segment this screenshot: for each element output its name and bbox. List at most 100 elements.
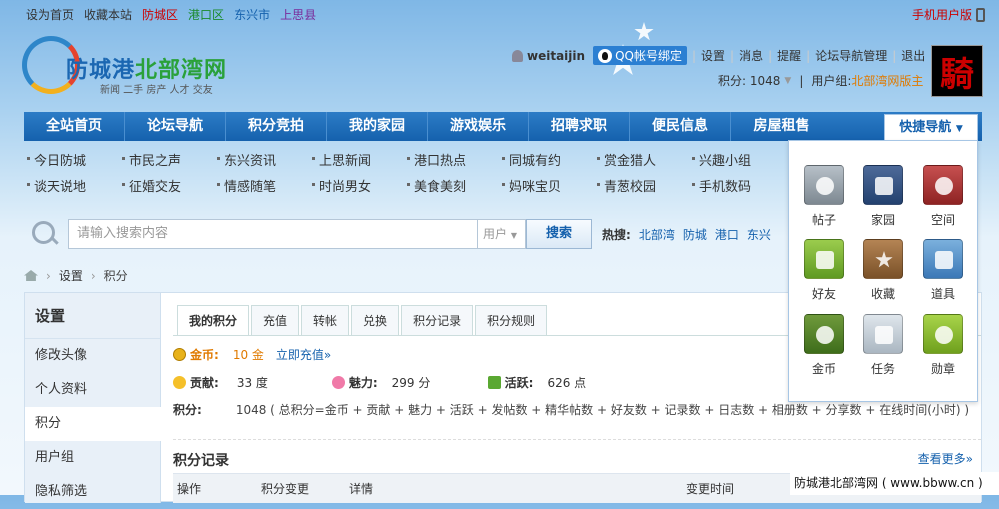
bookmark-link[interactable]: 收藏本站: [84, 6, 132, 23]
logo-text-b: 北部湾网: [135, 58, 228, 83]
breadcrumb-settings[interactable]: 设置: [59, 267, 83, 284]
recharge-now-link[interactable]: 立即充值»: [276, 346, 331, 363]
avatar[interactable]: 騎: [931, 45, 983, 97]
quick-nav-item-gold[interactable]: 金币: [794, 314, 854, 377]
messages-link[interactable]: 消息: [739, 47, 763, 64]
points-link[interactable]: 积分: 1048: [718, 72, 780, 89]
gold-label: 金币:: [190, 348, 219, 362]
user-group-link[interactable]: 北部湾网版主: [851, 72, 923, 89]
top-bar: 设为首页 收藏本站 防城区 港口区 东兴市 上思县 手机用户版: [0, 0, 999, 26]
tab-points-log[interactable]: 积分记录: [401, 305, 474, 335]
sidebar-item-points[interactable]: 积分: [25, 407, 161, 441]
gold-row: 金币: 10 金 立即充值»: [173, 346, 331, 363]
sidebar-item-privacy[interactable]: 隐私筛选: [25, 475, 160, 509]
chevron-down-icon: ▼: [784, 75, 792, 86]
set-homepage-link[interactable]: 设为首页: [26, 6, 74, 23]
phone-icon: [976, 7, 985, 22]
subnav-item[interactable]: 赏金猎人: [594, 150, 689, 169]
district-dongxing-link[interactable]: 东兴市: [234, 6, 270, 23]
sidebar-item-profile[interactable]: 个人资料: [25, 373, 160, 407]
search-type-select[interactable]: 用户 ▼: [478, 219, 526, 249]
subnav-item[interactable]: 兴趣小组: [689, 150, 784, 169]
hot-search-link[interactable]: 港口: [715, 226, 739, 243]
subnav-item[interactable]: 美食美刻: [404, 176, 499, 195]
hot-search-link[interactable]: 防城: [683, 226, 707, 243]
search-input[interactable]: 请输入搜索内容: [68, 219, 478, 249]
quick-nav-label: 好友: [811, 287, 836, 301]
quick-nav-item-props[interactable]: 道具: [913, 239, 973, 302]
friends-icon: [804, 239, 844, 279]
quick-nav-label: 收藏: [870, 287, 895, 301]
tab-transfer[interactable]: 转帐: [301, 305, 350, 335]
nav-services[interactable]: 便民信息: [630, 112, 731, 141]
user-group-label: 用户组:: [811, 74, 852, 88]
divider: |: [730, 48, 735, 63]
forum-nav-admin-link[interactable]: 论坛导航管理: [815, 47, 887, 64]
quick-nav-item-favorites[interactable]: 收藏: [853, 239, 913, 302]
tab-exchange[interactable]: 兑换: [351, 305, 400, 335]
quick-nav-item-friends[interactable]: 好友: [794, 239, 854, 302]
qq-bind-button[interactable]: QQ帐号绑定: [593, 46, 687, 65]
district-fangcheng-link[interactable]: 防城区: [142, 6, 178, 23]
tab-my-points[interactable]: 我的积分: [177, 305, 250, 336]
nav-jobs[interactable]: 招聘求职: [529, 112, 630, 141]
subnav-item[interactable]: 时尚男女: [309, 176, 404, 195]
logout-link[interactable]: 退出: [901, 47, 925, 64]
nav-home[interactable]: 全站首页: [24, 112, 125, 141]
divider: |: [799, 73, 804, 88]
star-icon: [863, 239, 903, 279]
hot-search-link[interactable]: 北部湾: [639, 226, 675, 243]
subnav-item[interactable]: 妈咪宝贝: [499, 176, 594, 195]
top-links: 设为首页 收藏本站 防城区 港口区 东兴市 上思县: [26, 6, 316, 23]
district-shangsi-link[interactable]: 上思县: [280, 6, 316, 23]
qq-bind-label: QQ帐号绑定: [615, 49, 682, 63]
subnav-item[interactable]: 谈天说地: [24, 176, 119, 195]
notifications-link[interactable]: 提醒: [777, 47, 801, 64]
nav-auction[interactable]: 积分竞拍: [226, 112, 327, 141]
home-icon[interactable]: [24, 270, 38, 281]
coin-icon: [173, 348, 186, 361]
quick-nav-item-space[interactable]: 空间: [913, 165, 973, 228]
username-link[interactable]: weitaijin: [527, 49, 585, 63]
nav-forum[interactable]: 论坛导航: [125, 112, 226, 141]
sidebar-item-avatar[interactable]: 修改头像: [25, 339, 160, 373]
quick-nav-item-posts[interactable]: 帖子: [794, 165, 854, 228]
points-tabs: 我的积分 充值 转帐 兑换 积分记录 积分规则: [177, 305, 549, 336]
district-gangkou-link[interactable]: 港口区: [188, 6, 224, 23]
subnav-item[interactable]: 情感随笔: [214, 176, 309, 195]
sidebar-title: 设置: [25, 293, 160, 339]
view-more-link[interactable]: 查看更多»: [918, 450, 973, 467]
nav-my-home[interactable]: 我的家园: [327, 112, 428, 141]
nav-housing[interactable]: 房屋租售: [731, 112, 832, 141]
subnav-item[interactable]: 征婚交友: [119, 176, 214, 195]
search-button[interactable]: 搜索: [526, 219, 592, 249]
quick-nav-button[interactable]: 快捷导航 ▼: [884, 114, 978, 141]
quick-nav-item-tasks[interactable]: 任务: [853, 314, 913, 377]
subnav-item[interactable]: 市民之声: [119, 150, 214, 169]
subnav-item[interactable]: 港口热点: [404, 150, 499, 169]
sidebar-item-usergroup[interactable]: 用户组: [25, 441, 160, 475]
subnav-item[interactable]: 青葱校园: [594, 176, 689, 195]
quick-nav-item-home[interactable]: 家园: [853, 165, 913, 228]
site-logo[interactable]: 防城港北部湾网 新闻 二手 房产 人才 交友: [22, 36, 252, 100]
quick-nav-label: 金币: [811, 362, 836, 376]
divider: |: [691, 48, 697, 63]
quick-nav-item-medals[interactable]: 勋章: [913, 314, 973, 377]
hot-search-link[interactable]: 东兴: [747, 226, 771, 243]
heart-icon: [331, 376, 345, 389]
subnav-item[interactable]: 上思新闻: [309, 150, 404, 169]
subnav-item[interactable]: 同城有约: [499, 150, 594, 169]
quick-nav-label: 勋章: [930, 362, 955, 376]
settings-link[interactable]: 设置: [701, 47, 725, 64]
user-icon: [512, 49, 523, 62]
magic-wand-icon: [923, 239, 963, 279]
subnav-item[interactable]: 东兴资讯: [214, 150, 309, 169]
subnav-item[interactable]: 手机数码: [689, 176, 784, 195]
quick-nav-label: 快捷导航: [899, 120, 952, 135]
tab-points-rules[interactable]: 积分规则: [475, 305, 548, 335]
nav-games[interactable]: 游戏娱乐: [428, 112, 529, 141]
subnav-item[interactable]: 今日防城: [24, 150, 119, 169]
checklist-icon: [863, 314, 903, 354]
tab-recharge[interactable]: 充值: [251, 305, 300, 335]
mobile-version-link[interactable]: 手机用户版: [912, 6, 985, 23]
